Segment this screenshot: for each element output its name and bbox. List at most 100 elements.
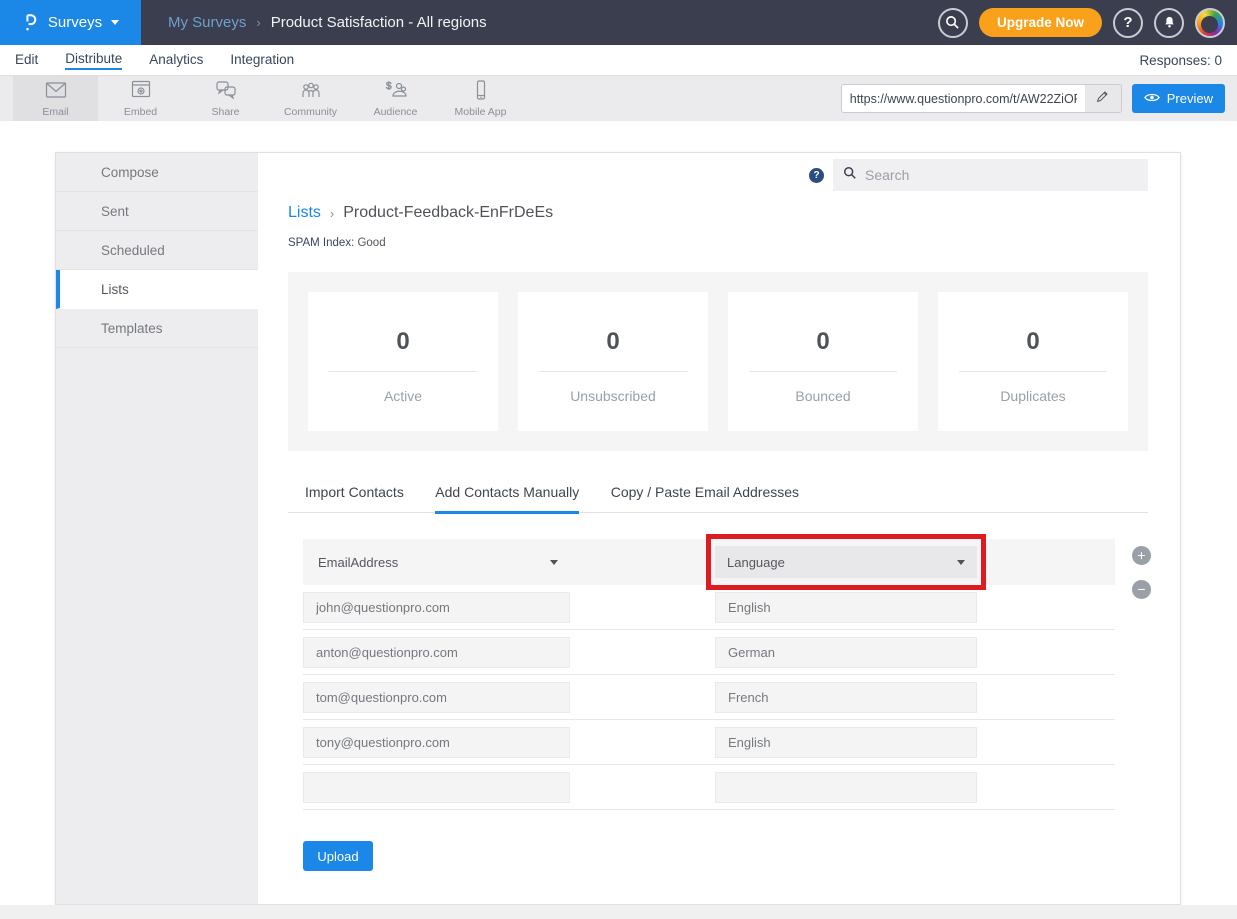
list-breadcrumb: Lists › Product-Feedback-EnFrDeEs [288,204,1148,222]
chevron-down-icon [957,560,965,565]
contact-email-input[interactable] [303,682,570,713]
app-root: Surveys My Surveys › Product Satisfactio… [0,0,1237,919]
contact-email-input[interactable] [303,637,570,668]
tab-import-contacts[interactable]: Import Contacts [305,484,404,514]
contact-email-input[interactable] [303,727,570,758]
stat-label: Active [308,388,498,404]
contact-language-input[interactable] [715,637,977,668]
contact-email-input[interactable] [303,772,570,803]
contact-language-input[interactable] [715,727,977,758]
channel-mobile-app[interactable]: Mobile App [438,76,523,121]
contact-language-input[interactable] [715,682,977,713]
contacts-search-box [833,159,1148,191]
breadcrumb-separator: › [330,206,334,221]
tab-copy-paste-email-addresses[interactable]: Copy / Paste Email Addresses [611,484,799,514]
survey-section-nav: Edit Distribute Analytics Integration Re… [0,45,1237,76]
language-column-label: Language [727,555,785,570]
spam-index-label: SPAM Index: [288,237,354,249]
stat-card-active: 0 Active [308,292,498,431]
stat-label: Unsubscribed [518,388,708,404]
channel-audience[interactable]: $ Audience [353,76,438,121]
contact-email-input[interactable] [303,592,570,623]
channel-embed[interactable]: Embed [98,76,183,121]
channel-label: Embed [124,106,157,118]
spam-index-value: Good [357,237,385,249]
nav-tab-analytics[interactable]: Analytics [149,52,203,69]
current-list-name: Product-Feedback-EnFrDeEs [343,204,553,222]
edit-url-button[interactable] [1085,85,1121,112]
svg-text:$: $ [386,81,392,92]
contact-language-input[interactable] [715,772,977,803]
stat-label: Bounced [728,388,918,404]
channel-label: Email [42,106,68,118]
email-lists-panel: Compose Sent Scheduled Lists Templates ? [55,152,1181,905]
lists-main: ? Lists › Product-Feedback-EnFrDeEs SPAM… [258,153,1180,904]
survey-url-input[interactable] [842,85,1085,112]
header-actions: Upgrade Now ? [938,8,1225,38]
magnifier-icon [843,166,857,185]
responses-count[interactable]: Responses: 0 [1139,53,1222,68]
add-row-button[interactable]: + [1132,546,1151,565]
list-stats: 0 Active 0 Unsubscribed 0 Bounced [288,272,1148,451]
search-icon[interactable] [938,8,968,38]
context-help-icon[interactable]: ? [809,168,824,183]
stat-value: 0 [518,328,708,356]
breadcrumb-separator: › [256,15,260,30]
breadcrumb-my-surveys[interactable]: My Surveys [168,14,246,31]
stat-card-unsubscribed: 0 Unsubscribed [518,292,708,431]
nav-tab-integration[interactable]: Integration [230,52,294,69]
preview-button[interactable]: Preview [1132,84,1225,113]
contact-row [303,585,1115,630]
community-icon [299,80,323,105]
row-controls: + − [1132,546,1151,599]
stat-value: 0 [938,328,1128,356]
channel-community[interactable]: Community [268,76,353,121]
pencil-icon [1096,90,1109,108]
channel-share[interactable]: Share [183,76,268,121]
surveys-product-switcher[interactable]: Surveys [0,0,141,45]
audience-icon: $ [384,80,408,105]
product-name: Surveys [48,14,102,31]
account-avatar[interactable] [1195,8,1225,38]
toolbar-right: Preview [841,76,1225,121]
upload-button[interactable]: Upload [303,841,373,871]
nav-tab-edit[interactable]: Edit [15,52,38,69]
stat-value: 0 [308,328,498,356]
channel-items: Email Embed Share Community [13,76,523,121]
contact-language-input[interactable] [715,592,977,623]
divider [959,371,1107,372]
bottom-strip [0,905,1237,919]
sidebar-item-scheduled[interactable]: Scheduled [56,231,258,270]
top-header: Surveys My Surveys › Product Satisfactio… [0,0,1237,45]
distribute-toolbar: Email Embed Share Community [0,76,1237,121]
sidebar-item-sent[interactable]: Sent [56,192,258,231]
sidebar-item-templates[interactable]: Templates [56,309,258,348]
contact-row [303,720,1115,765]
email-column-select[interactable]: EmailAddress [318,555,558,570]
upgrade-now-button[interactable]: Upgrade Now [979,8,1102,37]
stat-card-duplicates: 0 Duplicates [938,292,1128,431]
contact-row [303,765,1115,810]
channel-email[interactable]: Email [13,76,98,121]
tab-add-contacts-manually[interactable]: Add Contacts Manually [435,484,579,514]
spam-index: SPAM Index: Good [288,237,1148,249]
notifications-bell-icon[interactable] [1154,8,1184,38]
manual-contacts-form: EmailAddress Language [303,539,1115,810]
contact-row [303,630,1115,675]
contact-row [303,675,1115,720]
stat-label: Duplicates [938,388,1128,404]
divider [539,371,687,372]
channel-label: Mobile App [455,106,507,118]
nav-tab-distribute[interactable]: Distribute [65,51,122,70]
remove-row-button[interactable]: − [1132,580,1151,599]
sidebar-item-lists[interactable]: Lists [56,270,258,309]
help-icon[interactable]: ? [1113,8,1143,38]
channel-label: Community [284,106,337,118]
contacts-search-input[interactable] [865,167,1138,183]
share-icon [214,80,238,105]
language-column-wrap: Language [715,546,977,578]
language-column-select[interactable]: Language [715,546,977,578]
sidebar-item-compose[interactable]: Compose [56,153,258,192]
channel-label: Share [211,106,239,118]
lists-link[interactable]: Lists [288,204,321,222]
